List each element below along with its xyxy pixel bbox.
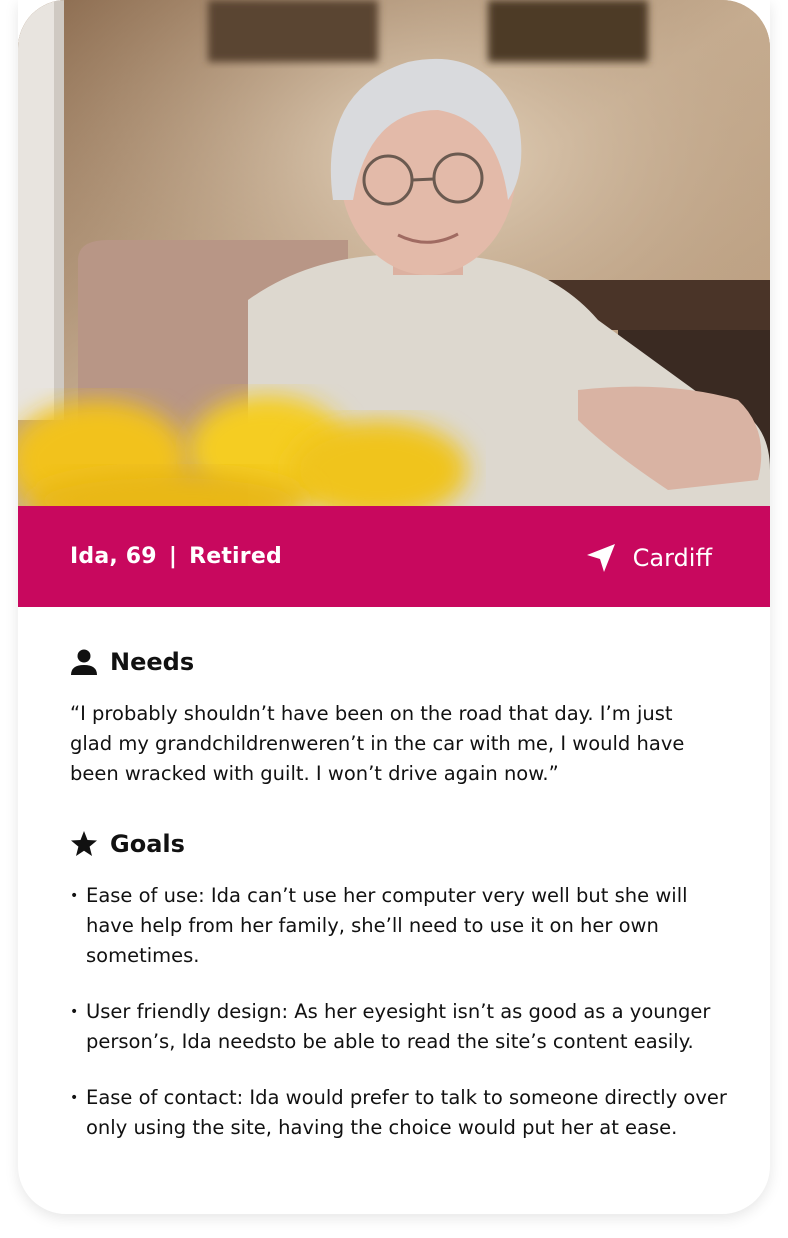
persona-photo-illustration bbox=[18, 0, 770, 506]
persona-occupation: Retired bbox=[189, 544, 282, 569]
persona-separator: | bbox=[168, 544, 178, 569]
star-icon bbox=[71, 831, 97, 856]
needs-heading: Needs bbox=[70, 645, 730, 679]
persona-banner: Ida, 69 | Retired Cardiff bbox=[18, 506, 770, 607]
goal-item: Ease of contact: Ida would prefer to tal… bbox=[70, 1083, 730, 1143]
persona-summary: Ida, 69 | Retired bbox=[70, 544, 282, 569]
needs-quote: “I probably shouldn’t have been on the r… bbox=[70, 702, 685, 785]
goals-heading: Goals bbox=[70, 827, 730, 861]
person-icon bbox=[71, 649, 97, 675]
persona-location: Cardiff bbox=[585, 542, 712, 574]
persona-name-age: Ida, 69 bbox=[70, 544, 157, 569]
goals-title: Goals bbox=[110, 830, 185, 858]
persona-photo bbox=[18, 0, 770, 506]
persona-location-label: Cardiff bbox=[632, 544, 712, 572]
needs-title: Needs bbox=[110, 648, 195, 676]
goal-item: Ease of use: Ida can’t use her computer … bbox=[70, 881, 730, 971]
goal-item: User friendly design: As her eyesight is… bbox=[70, 997, 730, 1057]
navigation-arrow-icon bbox=[586, 544, 615, 572]
goals-list: Ease of use: Ida can’t use her computer … bbox=[70, 881, 730, 1143]
persona-details: Needs “I probably shouldn’t have been on… bbox=[70, 645, 730, 1169]
persona-card: Ida, 69 | Retired Cardiff Needs “I probabl… bbox=[18, 0, 770, 1214]
